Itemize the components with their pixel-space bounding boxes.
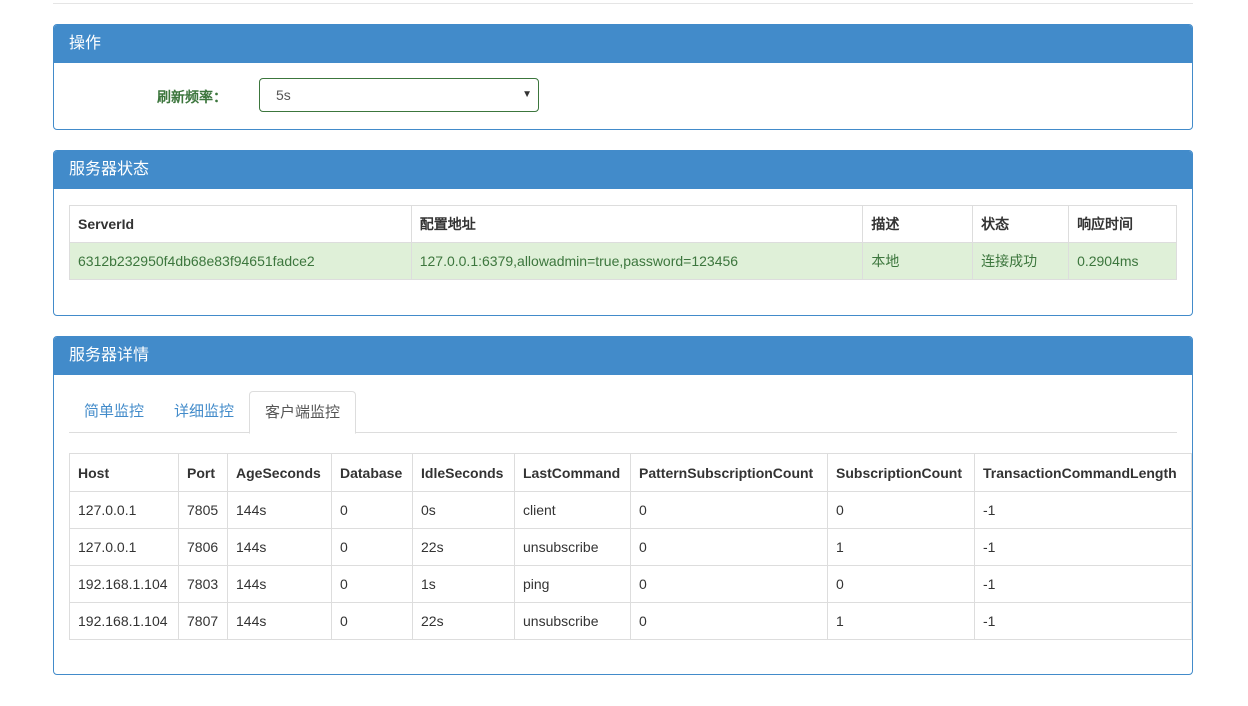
table-cell: 1 bbox=[827, 602, 975, 640]
table-cell: 127.0.0.1 bbox=[69, 491, 179, 529]
refresh-rate-select[interactable]: 5s ▼ bbox=[259, 78, 539, 112]
column-header: TransactionCommandLength bbox=[974, 453, 1192, 492]
column-header: AgeSeconds bbox=[227, 453, 332, 492]
operations-panel-title: 操作 bbox=[54, 25, 1192, 63]
table-cell: 7803 bbox=[178, 565, 228, 603]
monitor-tabs: 简单监控 详细监控 客户端监控 bbox=[69, 391, 1177, 434]
column-header: Port bbox=[178, 453, 228, 492]
client-monitor-table: Host Port AgeSeconds Database IdleSecond… bbox=[69, 453, 1192, 640]
operations-panel: 操作 刷新频率： 5s ▼ bbox=[53, 24, 1193, 130]
table-cell: -1 bbox=[974, 565, 1192, 603]
table-header-row: Host Port AgeSeconds Database IdleSecond… bbox=[69, 453, 1192, 492]
table-cell: 0 bbox=[827, 491, 975, 529]
table-row: 192.168.1.104 7803 144s 0 1s ping 0 0 -1 bbox=[69, 565, 1192, 603]
table-cell: client bbox=[514, 491, 631, 529]
column-header: Host bbox=[69, 453, 179, 492]
refresh-rate-label: 刷新频率： bbox=[157, 89, 227, 105]
table-cell: 本地 bbox=[862, 242, 974, 280]
table-cell: 0.2904ms bbox=[1068, 242, 1177, 280]
top-divider bbox=[53, 3, 1193, 4]
table-cell: 0s bbox=[412, 491, 515, 529]
tab-client-monitor[interactable]: 客户端监控 bbox=[249, 391, 357, 434]
caret-down-icon: ▼ bbox=[522, 89, 532, 100]
table-cell: 0 bbox=[331, 491, 413, 529]
refresh-rate-value: 5s bbox=[276, 87, 291, 103]
column-header: 配置地址 bbox=[410, 205, 864, 243]
column-header: LastCommand bbox=[514, 453, 631, 492]
table-cell: 0 bbox=[630, 491, 828, 529]
table-cell: 0 bbox=[630, 528, 828, 566]
table-cell: 0 bbox=[331, 602, 413, 640]
table-cell: 144s bbox=[227, 565, 332, 603]
server-status-panel-title: 服务器状态 bbox=[54, 151, 1192, 189]
table-cell: 7806 bbox=[178, 528, 228, 566]
table-header-row: ServerId 配置地址 描述 状态 响应时间 bbox=[69, 205, 1177, 243]
table-cell: 7805 bbox=[178, 491, 228, 529]
table-row: 127.0.0.1 7805 144s 0 0s client 0 0 -1 bbox=[69, 491, 1192, 529]
tab-detailed-monitor[interactable]: 详细监控 bbox=[159, 391, 249, 433]
column-header: Database bbox=[331, 453, 413, 492]
table-cell: 1s bbox=[412, 565, 515, 603]
table-cell: 22s bbox=[412, 602, 515, 640]
table-cell: 1 bbox=[827, 528, 975, 566]
column-header: IdleSeconds bbox=[412, 453, 515, 492]
table-cell: -1 bbox=[974, 528, 1192, 566]
tab-simple-monitor[interactable]: 简单监控 bbox=[69, 391, 159, 433]
table-cell: 192.168.1.104 bbox=[69, 602, 179, 640]
table-cell: 144s bbox=[227, 528, 332, 566]
table-cell: unsubscribe bbox=[514, 602, 631, 640]
server-status-table: ServerId 配置地址 描述 状态 响应时间 6312b232950f4db… bbox=[69, 205, 1177, 280]
table-cell: 22s bbox=[412, 528, 515, 566]
table-cell: 144s bbox=[227, 602, 332, 640]
column-header: ServerId bbox=[69, 205, 412, 243]
table-cell: 0 bbox=[827, 565, 975, 603]
table-cell: 7807 bbox=[178, 602, 228, 640]
column-header: 状态 bbox=[972, 205, 1070, 243]
table-cell: 127.0.0.1:6379,allowadmin=true,password=… bbox=[410, 242, 864, 280]
table-cell: 0 bbox=[331, 528, 413, 566]
column-header: SubscriptionCount bbox=[827, 453, 975, 492]
table-row: 6312b232950f4db68e83f94651fadce2 127.0.0… bbox=[69, 242, 1177, 280]
table-cell: 144s bbox=[227, 491, 332, 529]
server-details-panel: 服务器详情 简单监控 详细监控 客户端监控 Host Port AgeSecon… bbox=[53, 336, 1193, 675]
refresh-form-row: 刷新频率： 5s ▼ bbox=[54, 63, 1192, 129]
table-cell: 0 bbox=[331, 565, 413, 603]
column-header: 响应时间 bbox=[1068, 205, 1177, 243]
server-status-panel: 服务器状态 ServerId 配置地址 描述 状态 响应时间 6312b2329… bbox=[53, 150, 1193, 316]
table-cell: unsubscribe bbox=[514, 528, 631, 566]
column-header: 描述 bbox=[862, 205, 974, 243]
table-cell: 0 bbox=[630, 565, 828, 603]
table-row: 192.168.1.104 7807 144s 0 22s unsubscrib… bbox=[69, 602, 1192, 640]
server-details-panel-title: 服务器详情 bbox=[54, 337, 1192, 375]
table-cell: 0 bbox=[630, 602, 828, 640]
table-cell: -1 bbox=[974, 602, 1192, 640]
column-header: PatternSubscriptionCount bbox=[630, 453, 828, 492]
table-cell: -1 bbox=[974, 491, 1192, 529]
table-cell: ping bbox=[514, 565, 631, 603]
table-cell: 127.0.0.1 bbox=[69, 528, 179, 566]
table-row: 127.0.0.1 7806 144s 0 22s unsubscribe 0 … bbox=[69, 528, 1192, 566]
table-cell: 192.168.1.104 bbox=[69, 565, 179, 603]
table-cell: 6312b232950f4db68e83f94651fadce2 bbox=[69, 242, 412, 280]
table-cell: 连接成功 bbox=[972, 242, 1070, 280]
